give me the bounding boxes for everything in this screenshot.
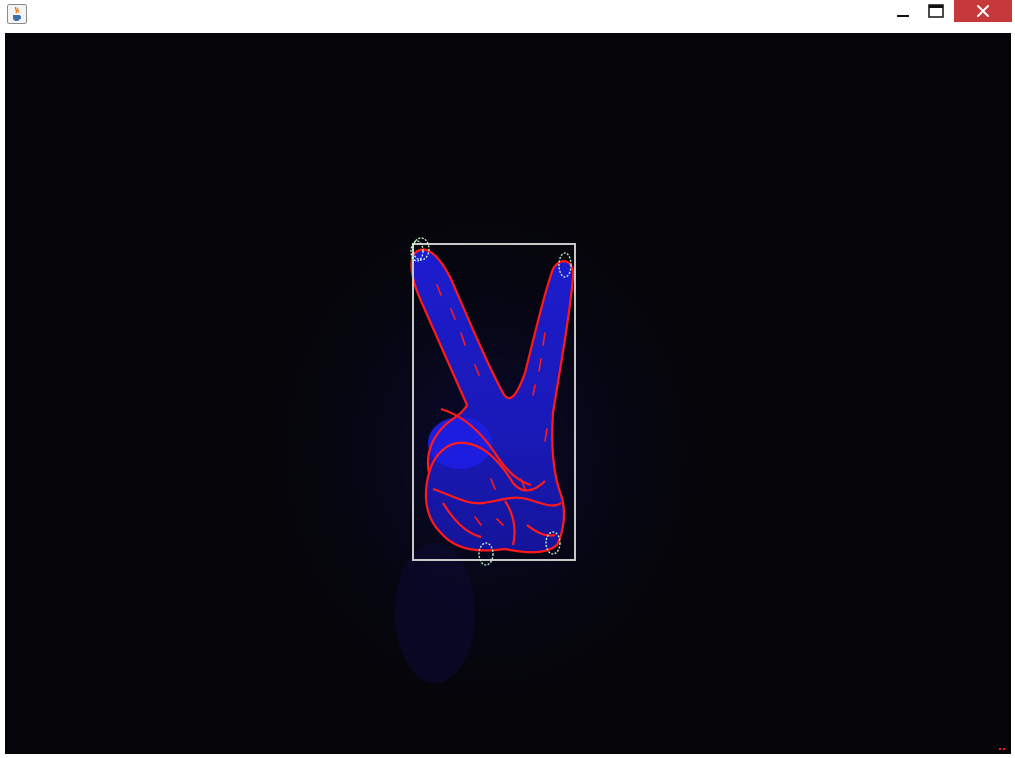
close-button[interactable] (954, 0, 1012, 22)
app-window (0, 0, 1015, 758)
wrist-shadow (395, 543, 475, 683)
status-dot (1003, 748, 1005, 750)
close-icon (977, 5, 989, 17)
title-bar[interactable] (0, 0, 1015, 28)
minimize-button[interactable] (888, 0, 918, 22)
minimize-icon (897, 15, 909, 17)
maximize-icon (928, 4, 944, 18)
maximize-button[interactable] (920, 0, 952, 22)
status-dot (999, 748, 1001, 750)
camera-viewport[interactable] (5, 33, 1011, 754)
java-cup-icon[interactable] (7, 4, 27, 24)
gesture-overlay (225, 153, 1005, 753)
